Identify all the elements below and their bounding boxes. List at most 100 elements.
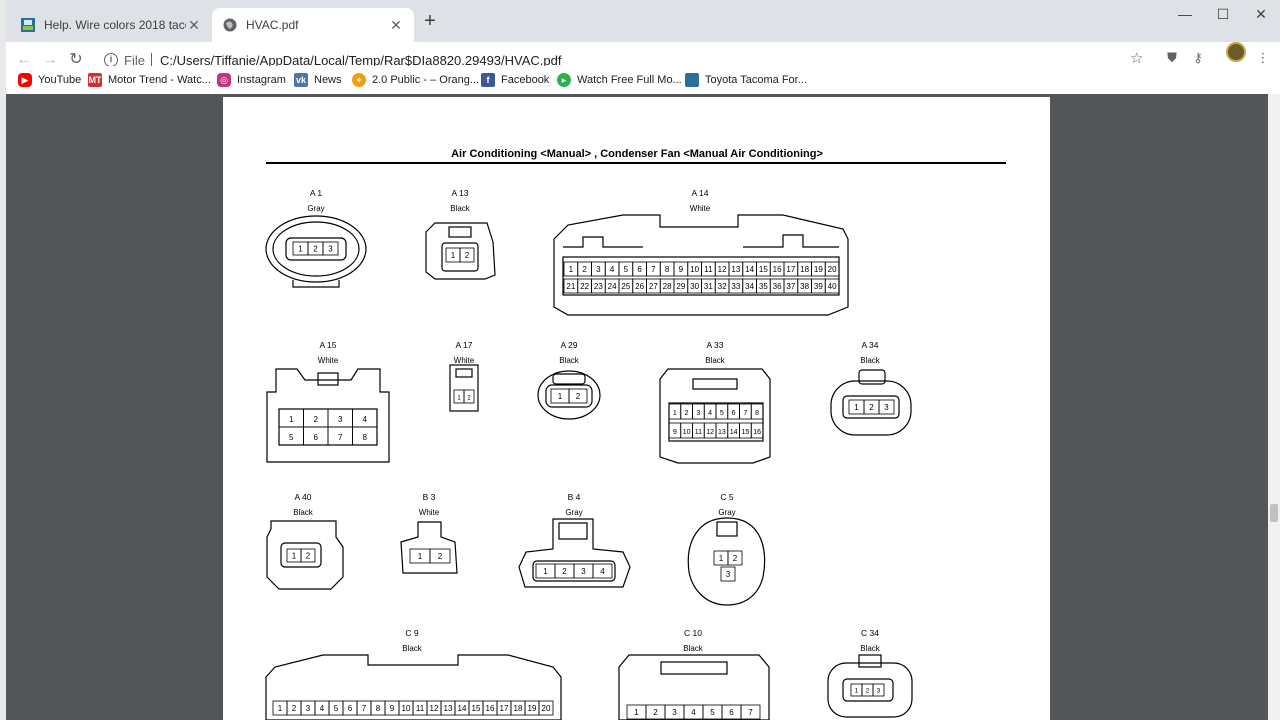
connector-id: A 40 (294, 492, 311, 502)
bookmark-facebook[interactable]: f Facebook (481, 70, 549, 90)
connector-color: White (419, 508, 440, 517)
connector-color: Black (705, 356, 726, 365)
bookmark-news[interactable]: vk News (294, 70, 342, 90)
pin-number: 12 (706, 429, 714, 436)
pin-number: 16 (773, 265, 782, 274)
pin-number: 23 (594, 282, 603, 291)
bookmark-star-icon[interactable]: ☆ (1130, 49, 1143, 67)
pin-number: 13 (718, 429, 726, 436)
pin-number: 22 (580, 282, 589, 291)
vertical-scrollbar[interactable] (1268, 94, 1280, 720)
bookmark-youtube[interactable]: ▶ YouTube (18, 70, 81, 90)
pin-number: 1 (278, 704, 283, 713)
connector-color: White (454, 356, 475, 365)
connector-a29: 12 (537, 370, 601, 420)
bookmark-orange[interactable]: ✦ 2.0 Public - – Orang... (352, 70, 479, 90)
bookmark-instagram[interactable]: ◎ Instagram (217, 70, 286, 90)
pin-number: 7 (743, 410, 747, 417)
pin-number: 2 (562, 567, 567, 576)
pin-number: 7 (338, 433, 343, 442)
bookmark-toyota-tacoma[interactable]: Toyota Tacoma For... (685, 70, 807, 90)
tab-close-icon[interactable]: ✕ (186, 17, 202, 33)
bookmark-motor-trend[interactable]: MT Motor Trend - Watc... (88, 70, 211, 90)
close-window-button[interactable]: ✕ (1246, 6, 1276, 22)
pin-number: 17 (786, 265, 795, 274)
pin-number: 3 (884, 403, 889, 412)
pin-number: 7 (362, 704, 367, 713)
pin-number: 5 (624, 265, 629, 274)
pin-number: 30 (690, 282, 699, 291)
pin-number: 1 (558, 392, 563, 401)
pin-number: 19 (814, 265, 823, 274)
connector-b3: 12 (400, 521, 458, 574)
connector-a34: 1 2 3 (830, 369, 912, 436)
pin-number: 1 (457, 395, 461, 401)
pin-number: 2 (685, 410, 689, 417)
pin-number: 18 (514, 704, 523, 713)
pin-number: 5 (334, 704, 339, 713)
pin-number: 20 (828, 265, 837, 274)
pin-number: 8 (376, 704, 381, 713)
tab-help-wire-colors[interactable]: Help. Wire colors 2018 tacoma | T ✕ (10, 8, 212, 42)
pin-number: 15 (741, 429, 749, 436)
connector-id: A 15 (319, 340, 336, 350)
connector-a13: 12 (425, 222, 496, 280)
latch (455, 368, 473, 378)
menu-icon[interactable]: ⋮ (1256, 51, 1270, 65)
pin-number: 2 (465, 251, 470, 260)
new-tab-button[interactable]: + (420, 11, 440, 32)
key-rib (743, 234, 839, 248)
pin-number: 3 (726, 570, 731, 579)
latch (317, 372, 339, 386)
connector-id: C 5 (720, 492, 734, 502)
pin-number: 16 (486, 704, 495, 713)
pin-number: 27 (649, 282, 658, 291)
bookmark-label: YouTube (38, 74, 82, 86)
shield-extension-icon[interactable]: ⛊ (1165, 51, 1179, 65)
tab-close-icon[interactable]: ✕ (388, 17, 404, 33)
pin-number: 11 (704, 265, 713, 274)
key-extension-icon[interactable]: ⚷ (1191, 51, 1205, 65)
connector-color: White (318, 356, 339, 365)
connector-color: Black (683, 644, 704, 653)
bookmark-label: 2.0 Public - – Orang... (372, 74, 479, 86)
latch (716, 521, 738, 537)
pin-number: 2 (313, 244, 318, 253)
minimize-button[interactable]: — (1170, 6, 1200, 22)
vk-icon: vk (294, 73, 308, 87)
pin-number: 9 (390, 704, 395, 713)
latch (448, 226, 472, 238)
facebook-icon: f (481, 73, 495, 87)
info-icon[interactable]: i (104, 53, 118, 67)
pin-number: 2 (653, 708, 658, 717)
pin-number: 6 (348, 704, 353, 713)
connector-id: A 17 (455, 340, 472, 350)
tab-hvac-pdf[interactable]: HVAC.pdf ✕ (212, 8, 414, 42)
scrollbar-thumb[interactable] (1270, 504, 1278, 522)
pin-number: 10 (683, 429, 691, 436)
connector-id: A 13 (451, 188, 468, 198)
pin-number: 2 (582, 265, 587, 274)
connector-id: C 34 (861, 628, 879, 638)
pin-number: 28 (663, 282, 672, 291)
connector-color: White (690, 204, 711, 213)
profile-avatar[interactable] (1226, 42, 1246, 62)
connector-color: Gray (718, 508, 735, 517)
tab-title: HVAC.pdf (246, 18, 299, 32)
pin-number: 32 (718, 282, 727, 291)
pin-number: 14 (458, 704, 467, 713)
pin-number: 9 (673, 429, 677, 436)
maximize-button[interactable]: ☐ (1208, 6, 1238, 22)
pin-number: 12 (430, 704, 439, 713)
pin-number: 4 (363, 415, 368, 424)
pin-number: 33 (731, 282, 740, 291)
pin-number: 1 (719, 554, 724, 563)
pin-number: 10 (402, 704, 411, 713)
pin-number: 4 (320, 704, 325, 713)
latch (292, 280, 340, 288)
pin-number: 4 (708, 410, 712, 417)
tacoma-icon (685, 73, 699, 87)
pin-number: 6 (729, 708, 734, 717)
pin-number: 31 (704, 282, 713, 291)
bookmark-watch-free[interactable]: ▸ Watch Free Full Mo... (557, 70, 682, 90)
